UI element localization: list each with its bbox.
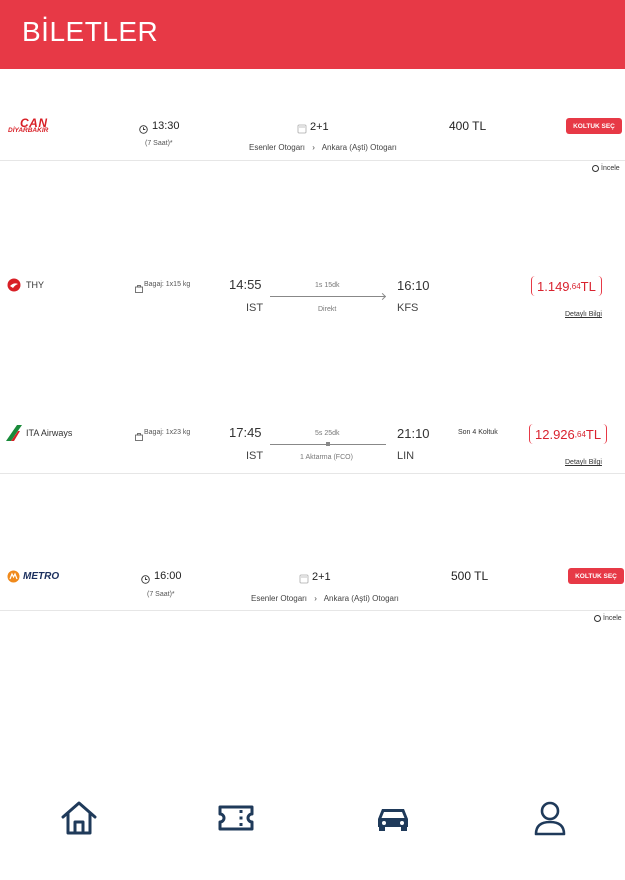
route-text: Esenler Otogarı › Ankara (Aşti) Otogarı xyxy=(249,143,397,152)
bottom-navigation xyxy=(0,790,625,850)
price-currency: TL xyxy=(585,426,602,442)
airline-name: THY xyxy=(26,280,44,290)
ticket-icon xyxy=(218,805,254,831)
departure-airport: IST xyxy=(246,450,264,462)
airline-name: ITA Airways xyxy=(26,428,73,438)
chevron-down-icon xyxy=(592,165,599,172)
price-cents: ,64 xyxy=(574,429,586,439)
arrival-airport: LIN xyxy=(397,450,415,462)
card-divider xyxy=(0,610,625,611)
nav-tickets[interactable] xyxy=(217,800,257,840)
departure-time: 17:45 xyxy=(229,425,262,440)
route-text: Esenler Otogarı › Ankara (Aşti) Otogarı xyxy=(251,594,399,603)
seat-icon xyxy=(297,121,307,139)
company-logo-can: CAN DİYARBAKIR xyxy=(8,116,64,138)
departure-airport: IST xyxy=(246,302,264,314)
details-label: İncele xyxy=(601,165,620,172)
company-logo-metro: METRO xyxy=(7,570,59,583)
arrow-right-icon xyxy=(378,292,387,301)
arrival-time: 21:10 xyxy=(397,426,430,441)
flight-path-line xyxy=(270,296,385,297)
detailed-info-link[interactable]: Detaylı Bilgi xyxy=(565,459,602,466)
route-arrow: › xyxy=(312,143,315,152)
flight-stops: 1 Aktarma (FCO) xyxy=(300,454,353,461)
route-to: Ankara (Aşti) Otogarı xyxy=(321,143,397,152)
metro-logo-icon xyxy=(7,570,20,583)
route-to: Ankara (Aşti) Otogarı xyxy=(323,594,399,603)
trip-duration: (7 Saat)* xyxy=(145,140,173,147)
baggage-icon xyxy=(135,428,143,446)
ticket-price: 400 TL xyxy=(449,119,487,133)
app-header: BİLETLER xyxy=(0,0,625,69)
departure-time: 14:55 xyxy=(229,277,262,292)
clock-icon xyxy=(141,571,150,589)
car-icon xyxy=(378,809,408,831)
price-main: 12.926 xyxy=(535,426,575,442)
price-currency: TL xyxy=(580,278,596,294)
card-divider xyxy=(0,473,625,474)
flight-duration: 1s 15dk xyxy=(315,282,340,289)
seat-layout: 2+1 xyxy=(312,571,331,583)
details-link[interactable]: İncele xyxy=(594,615,622,622)
arrival-airport: KFS xyxy=(397,302,419,314)
page-title: BİLETLER xyxy=(22,16,159,47)
logo-text-sub: DİYARBAKIR xyxy=(8,127,49,134)
seats-left-badge: Son 4 Koltuk xyxy=(458,429,498,436)
nav-car[interactable] xyxy=(374,800,414,840)
trip-duration: (7 Saat)* xyxy=(147,591,175,598)
baggage-icon xyxy=(135,280,143,298)
airline-logo-ita xyxy=(5,424,23,447)
details-link[interactable]: İncele xyxy=(592,165,620,172)
flight-duration: 5s 25dk xyxy=(315,430,340,437)
departure-time: 13:30 xyxy=(152,120,180,132)
airline-logo-thy xyxy=(7,278,21,297)
seat-layout: 2+1 xyxy=(310,121,329,133)
flight-price: 12.926,64 TL xyxy=(529,424,608,444)
clock-icon xyxy=(139,121,148,139)
details-label: İncele xyxy=(603,615,622,622)
logo-text-main: METRO xyxy=(23,571,60,582)
baggage-allowance: Bagaj: 1x15 kg xyxy=(144,281,191,288)
home-icon xyxy=(61,801,97,835)
route-arrow: › xyxy=(314,594,317,603)
departure-time: 16:00 xyxy=(154,570,182,582)
nav-home[interactable] xyxy=(60,800,100,840)
baggage-allowance: Bagaj: 1x23 kg xyxy=(144,429,191,436)
ticket-price: 500 TL xyxy=(451,569,489,583)
arrival-time: 16:10 xyxy=(397,278,430,293)
flight-price: 1.149,64 TL xyxy=(531,276,602,296)
route-from: Esenler Otogarı xyxy=(249,143,306,152)
select-seat-button[interactable]: KOLTUK SEÇ xyxy=(568,568,624,584)
seat-icon xyxy=(299,571,309,589)
price-main: 1.149 xyxy=(537,278,570,294)
user-icon xyxy=(534,801,566,836)
route-from: Esenler Otogarı xyxy=(251,594,308,603)
select-seat-button[interactable]: KOLTUK SEÇ xyxy=(566,118,622,134)
layover-dot xyxy=(326,442,330,446)
flight-stops: Direkt xyxy=(318,306,337,313)
card-divider xyxy=(0,160,625,161)
detailed-info-link[interactable]: Detaylı Bilgi xyxy=(565,311,602,318)
nav-profile[interactable] xyxy=(531,800,571,840)
price-cents: ,64 xyxy=(569,281,581,291)
chevron-down-icon xyxy=(594,615,601,622)
